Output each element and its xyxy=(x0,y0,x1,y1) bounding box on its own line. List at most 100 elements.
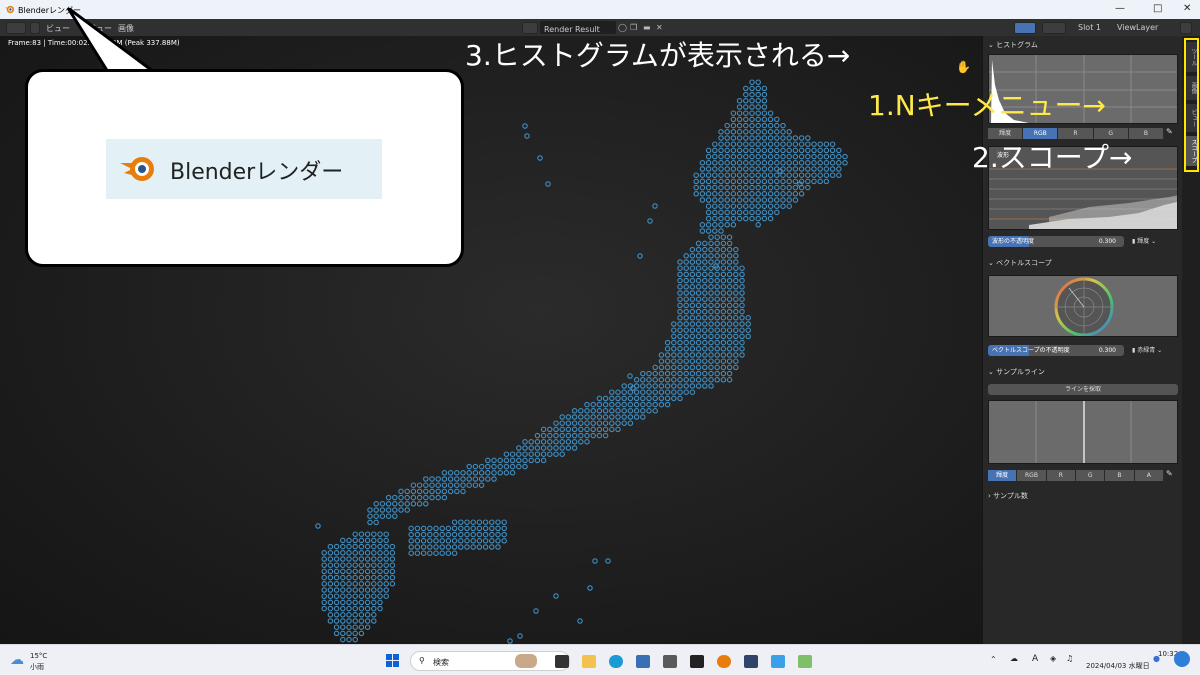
sl-btn-a[interactable]: A xyxy=(1134,470,1164,481)
map-dot xyxy=(646,401,652,408)
task-view-icon[interactable] xyxy=(555,655,569,668)
start-icon[interactable] xyxy=(386,654,399,667)
map-dot xyxy=(689,389,696,395)
store-icon[interactable] xyxy=(636,655,650,668)
sample-line-header[interactable]: ⌄ サンプルライン xyxy=(988,367,1045,377)
sl-btn-r[interactable]: R xyxy=(1046,470,1076,481)
map-dot xyxy=(447,476,454,482)
map-dot xyxy=(664,389,671,395)
map-dot xyxy=(749,172,755,178)
gizmo-toggle-button[interactable] xyxy=(1014,22,1036,34)
hist-btn-b[interactable]: B xyxy=(1128,128,1165,139)
notification-bell-icon[interactable]: ● xyxy=(1153,654,1160,663)
weather-icon[interactable]: ☁ xyxy=(10,652,24,668)
waveform-mode-dropdown[interactable]: ▮ 輝度 ⌄ xyxy=(1132,236,1178,247)
clock-date[interactable]: 2024/04/03 水曜日 xyxy=(1086,661,1150,671)
explorer-icon[interactable] xyxy=(582,655,596,668)
mode-icon[interactable] xyxy=(30,22,40,34)
sample-line-channel-buttons: 輝度 RGB R G B A xyxy=(988,470,1164,481)
vectorscope-panel[interactable] xyxy=(988,275,1178,337)
taskbar-search[interactable]: ⚲ 検索 xyxy=(410,651,570,671)
render-result-field[interactable]: Render Result xyxy=(540,21,616,34)
map-dot xyxy=(702,370,708,377)
image-browse-button[interactable] xyxy=(522,22,538,34)
sl-btn-g[interactable]: G xyxy=(1075,470,1106,481)
map-dot xyxy=(427,531,433,538)
davinci-icon[interactable] xyxy=(744,655,758,668)
blender-taskbar-icon[interactable] xyxy=(717,655,731,668)
map-dot xyxy=(780,191,786,197)
sl-btn-luma[interactable]: 輝度 xyxy=(988,470,1018,481)
sample-line-panel[interactable] xyxy=(988,400,1178,464)
map-dot xyxy=(346,543,352,550)
map-dot xyxy=(743,209,749,216)
map-dot xyxy=(398,494,404,501)
edge-icon[interactable] xyxy=(609,655,623,668)
editor-type-button[interactable] xyxy=(6,22,26,34)
weather-desc[interactable]: 小雨 xyxy=(30,662,44,672)
map-dot xyxy=(652,408,658,414)
map-dot xyxy=(658,364,665,371)
map-dot xyxy=(736,135,743,141)
map-dot xyxy=(730,209,737,216)
vectorscope-header[interactable]: ⌄ ベクトルスコープ xyxy=(988,258,1052,268)
wifi-icon[interactable]: ◈ xyxy=(1050,654,1056,663)
map-dot xyxy=(433,525,439,532)
map-dot xyxy=(829,147,836,154)
map-dot xyxy=(736,98,743,104)
map-dot xyxy=(695,246,702,253)
copilot-icon[interactable] xyxy=(1174,651,1190,667)
map-dot xyxy=(458,519,464,525)
map-dot xyxy=(714,377,720,383)
view-layer-selector[interactable]: ViewLayer xyxy=(1117,23,1158,32)
map-dot xyxy=(590,432,596,439)
tray-chevron-icon[interactable]: ⌃ xyxy=(990,655,997,664)
map-dot xyxy=(364,618,371,624)
map-dot xyxy=(695,327,702,333)
vectorscope-mode-dropdown[interactable]: ▮ 赤緑青 ⌄ xyxy=(1132,345,1178,356)
map-dot xyxy=(671,395,677,402)
onedrive-icon[interactable]: ☁ xyxy=(1010,654,1018,663)
sample-line-button[interactable]: ラインを採取 xyxy=(988,384,1178,395)
maximize-button[interactable]: □ xyxy=(1153,3,1162,14)
copy-icon[interactable]: ❐ xyxy=(630,23,637,32)
eyedropper-icon[interactable]: ✎ xyxy=(1166,127,1173,136)
map-dot xyxy=(736,215,743,222)
map-dot xyxy=(733,364,739,371)
map-dot xyxy=(517,633,523,639)
map-dot xyxy=(524,133,530,139)
map-dot xyxy=(755,85,761,92)
map-dot xyxy=(327,593,334,599)
map-dot xyxy=(699,184,706,191)
slot-selector[interactable]: Slot 1 xyxy=(1078,23,1101,32)
sample-count-header[interactable]: › サンプル数 xyxy=(988,491,1028,501)
map-dot xyxy=(333,574,340,581)
ime-indicator[interactable]: A xyxy=(1032,654,1038,664)
minimize-button[interactable]: — xyxy=(1115,3,1125,14)
map-dot xyxy=(652,383,658,389)
map-dot xyxy=(584,439,590,445)
folder-icon[interactable]: ▬ xyxy=(643,23,651,32)
unlink-icon[interactable]: ✕ xyxy=(656,23,663,32)
eyedropper-icon-2[interactable]: ✎ xyxy=(1166,469,1173,478)
sl-btn-b[interactable]: B xyxy=(1105,470,1135,481)
app-icon-2[interactable] xyxy=(690,655,704,668)
display-channels-button[interactable] xyxy=(1042,22,1066,34)
volume-icon[interactable]: ♫ xyxy=(1066,654,1073,663)
map-dot xyxy=(714,333,720,340)
waveform-opacity-slider[interactable]: 波形の不透明度 0.300 xyxy=(988,236,1124,247)
map-dot xyxy=(733,339,739,346)
histogram-header[interactable]: ⌄ ヒストグラム xyxy=(988,40,1038,50)
map-dot xyxy=(755,141,761,147)
app-icon-3[interactable] xyxy=(771,655,785,668)
app-icon-4[interactable] xyxy=(798,655,812,668)
map-dot xyxy=(702,346,708,352)
app-icon-1[interactable] xyxy=(663,655,677,668)
weather-temp[interactable]: 15°C xyxy=(30,652,47,660)
vectorscope-opacity-slider[interactable]: ベクトルスコープの不透明度 0.300 xyxy=(988,345,1124,356)
shield-icon[interactable]: ◯ xyxy=(618,23,627,32)
map-dot xyxy=(458,531,464,538)
close-button[interactable]: ✕ xyxy=(1183,3,1191,14)
sl-btn-rgb[interactable]: RGB xyxy=(1017,470,1047,481)
sidebar-toggle-button[interactable] xyxy=(1180,22,1192,34)
